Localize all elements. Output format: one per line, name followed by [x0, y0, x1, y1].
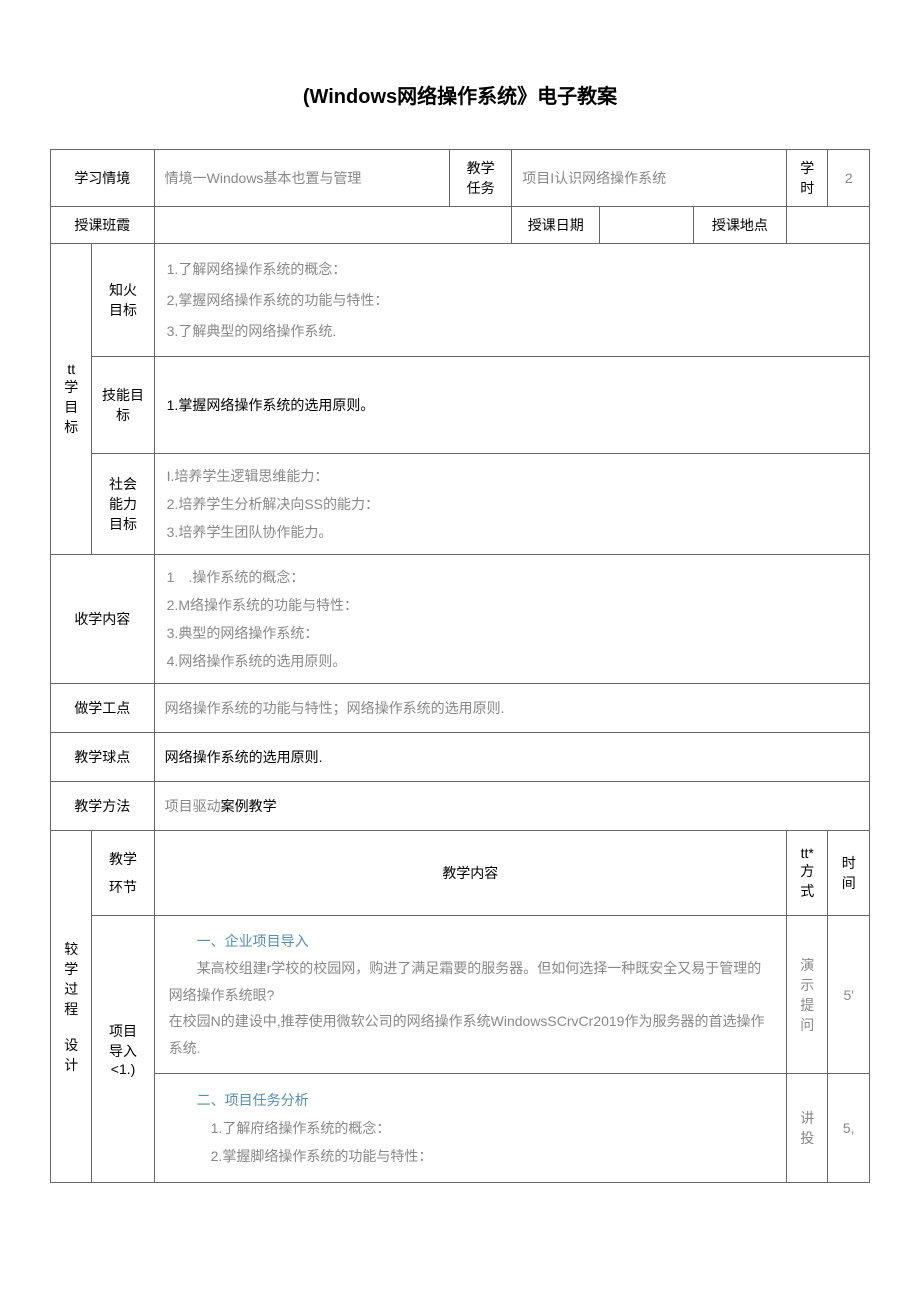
- table-row: 二、项目任务分析 1.了解府络操作系统的概念： 2.掌握脚络操作系统的功能与特性…: [51, 1074, 870, 1183]
- difficulty-text: 网络操作系统的选用原则.: [154, 733, 869, 782]
- class-value: [154, 207, 512, 244]
- context-label: 学习情境: [51, 150, 155, 207]
- class-label: 授课班霞: [51, 207, 155, 244]
- intro1-content: 一、企业项目导入 某高校组建r学校的校园网，购进了满足霜要的服务器。但如何选择一…: [154, 916, 786, 1074]
- keypoint-text: 网络操作系统的功能与特性；网络操作系统的选用原则.: [154, 684, 869, 733]
- segment-label: 教学 环节: [92, 831, 154, 916]
- process-main-label: 较学过程 设计: [51, 831, 92, 1183]
- intro2-content: 二、项目任务分析 1.了解府络操作系统的概念： 2.掌握脚络操作系统的功能与特性…: [154, 1074, 786, 1183]
- skill-text: 1.掌握网络操作系统的选用原则。: [154, 357, 869, 454]
- mode-label: tt*方式: [787, 831, 828, 916]
- time-label: 时间: [828, 831, 870, 916]
- skill-label: 技能目标: [92, 357, 154, 454]
- table-row: tt学目标 知火 目标 1.了解网络操作系统的概念： 2,掌握网络操作系统的功能…: [51, 244, 870, 357]
- table-row: 收学内容 1 .操作系统的概念： 2.M络操作系统的功能与特性： 3.典型的网络…: [51, 555, 870, 684]
- objectives-main-label: tt学目标: [51, 244, 92, 555]
- date-label: 授课日期: [512, 207, 600, 244]
- content-text: 1 .操作系统的概念： 2.M络操作系统的功能与特性： 3.典型的网络操作系统：…: [154, 555, 869, 684]
- process-content-label: 教学内容: [154, 831, 786, 916]
- place-label: 授课地点: [693, 207, 786, 244]
- method-label: 教学方法: [51, 782, 155, 831]
- hours-label: 学时: [787, 150, 828, 207]
- date-value: [600, 207, 693, 244]
- content-label: 收学内容: [51, 555, 155, 684]
- keypoint-label: 做学工点: [51, 684, 155, 733]
- table-row: 社会能力目标 I.培养学生逻辑思维能力： 2.培养学生分析解决向SS的能力： 3…: [51, 454, 870, 555]
- social-label: 社会能力目标: [92, 454, 154, 555]
- table-row: 授课班霞 授课日期 授课地点: [51, 207, 870, 244]
- intro2-time: 5,: [828, 1074, 870, 1183]
- method-text: 项目驱动案例教学: [154, 782, 869, 831]
- table-row: 较学过程 设计 教学 环节 教学内容 tt*方式 时间: [51, 831, 870, 916]
- table-row: 项目导入 <1.) 一、企业项目导入 某高校组建r学校的校园网，购进了满足霜要的…: [51, 916, 870, 1074]
- task-value: 项目I认识网络操作系统: [512, 150, 787, 207]
- hours-value: 2: [828, 150, 870, 207]
- intro-label: 项目导入 <1.): [92, 916, 154, 1183]
- place-value: [787, 207, 870, 244]
- knowledge-label: 知火 目标: [92, 244, 154, 357]
- task-label: 教学任务: [450, 150, 512, 207]
- intro2-mode: 讲投: [787, 1074, 828, 1183]
- difficulty-label: 教学球点: [51, 733, 155, 782]
- table-row: 教学方法 项目驱动案例教学: [51, 782, 870, 831]
- table-row: 教学球点 网络操作系统的选用原则.: [51, 733, 870, 782]
- knowledge-text: 1.了解网络操作系统的概念： 2,掌握网络操作系统的功能与特性： 3.了解典型的…: [154, 244, 869, 357]
- table-row: 学习情境 情境一Windows基本也置与管理 教学任务 项目I认识网络操作系统 …: [51, 150, 870, 207]
- intro1-mode: 演示提问: [787, 916, 828, 1074]
- table-row: 做学工点 网络操作系统的功能与特性；网络操作系统的选用原则.: [51, 684, 870, 733]
- lesson-plan-table: 学习情境 情境一Windows基本也置与管理 教学任务 项目I认识网络操作系统 …: [50, 149, 870, 1183]
- intro1-time: 5': [828, 916, 870, 1074]
- table-row: 技能目标 1.掌握网络操作系统的选用原则。: [51, 357, 870, 454]
- social-text: I.培养学生逻辑思维能力： 2.培养学生分析解决向SS的能力： 3.培养学生团队…: [154, 454, 869, 555]
- context-value: 情境一Windows基本也置与管理: [154, 150, 449, 207]
- page-title: (Windows网络操作系统》电子教案: [50, 80, 870, 109]
